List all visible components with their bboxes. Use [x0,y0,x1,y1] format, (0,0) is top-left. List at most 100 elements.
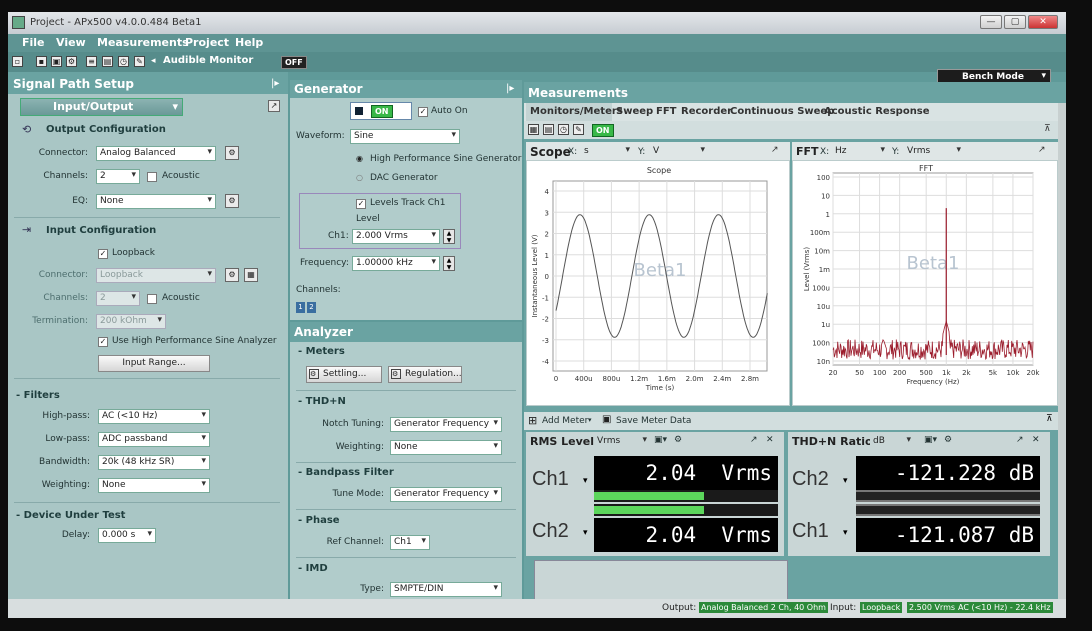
settings-icon[interactable]: ⚙ [944,435,952,445]
tools-icon[interactable]: ✎ [573,124,584,135]
chevron-down-icon[interactable]: ▾ [583,528,588,538]
eq-select[interactable]: None [96,194,216,209]
sequence-icon[interactable]: ≡ [86,56,97,67]
popout-icon[interactable]: ↗ [268,100,280,112]
popout-icon[interactable]: ↗ [1038,145,1046,155]
chart-icon[interactable]: ▤ [543,124,554,135]
channel-1-button[interactable]: 1 [296,302,305,313]
menu-view[interactable]: View [56,36,86,49]
levels-track-checkbox[interactable]: ✓ [356,199,366,209]
collapse-icon[interactable]: ⊼ [1044,124,1051,134]
clock-icon[interactable]: ◷ [558,124,569,135]
pin-icon[interactable]: |▸ [271,78,279,89]
output-connector-select[interactable]: Analog Balanced [96,146,216,161]
maximize-button[interactable]: ▢ [1004,15,1026,29]
waveform-select[interactable]: Sine [350,129,460,144]
open-icon[interactable]: ▪ [36,56,47,67]
chevron-down-icon[interactable]: ▾ [843,476,848,486]
chevron-down-icon[interactable]: ▾ [843,528,848,538]
tab-continuous-sweep[interactable]: Continuous Sweep [730,106,834,117]
highpass-select[interactable]: AC (<10 Hz) [98,409,210,424]
fft-x-unit-select[interactable]: Hz [832,145,888,160]
input-channels-spinner[interactable]: 2 [96,291,140,306]
audible-monitor-toggle[interactable]: OFF [281,56,307,69]
notch-tuning-select[interactable]: Generator Frequency [390,417,502,432]
tab-acoustic-response[interactable]: Acoustic Response [824,106,930,117]
settling-button[interactable]: Settling... ⚙ [306,366,382,383]
tab-sweep[interactable]: Sweep [616,106,653,117]
fft-y-unit-select[interactable]: Vrms [904,145,964,160]
settings-icon[interactable]: ⚙ [674,435,682,445]
measurement-on-button[interactable]: ON [592,124,614,137]
tools-icon[interactable]: ✎ [134,56,145,67]
input-connector-select[interactable]: Loopback [96,268,216,283]
ch1-level-input[interactable]: 2.000 Vrms [352,229,440,244]
delay-input[interactable]: 0.000 s [98,528,156,543]
ref-channel-select[interactable]: Ch1 [390,535,430,550]
input-acoustic-checkbox[interactable] [147,294,157,304]
termination-select[interactable]: 200 kOhm [96,314,166,329]
tab-fft[interactable]: FFT [656,106,676,117]
generator-on-button[interactable]: ON [371,105,393,118]
popout-icon[interactable]: ↗ [771,145,779,155]
clock-icon[interactable]: ◷ [118,56,129,67]
hp-analyzer-checkbox[interactable]: ✓ [98,337,108,347]
connector-settings-icon[interactable]: ⚙ [225,146,239,160]
rms-unit-select[interactable]: Vrms [594,435,650,450]
input-range-button[interactable]: Input Range... [98,355,210,372]
regulation-button[interactable]: Regulation... ⚙ [388,366,462,383]
close-icon[interactable]: ✕ [1032,435,1040,445]
popout-icon[interactable]: ↗ [1016,435,1024,445]
input-output-dropdown[interactable]: Input/Output ▾ [20,98,183,116]
input-settings-icon[interactable]: ⚙ [225,268,239,282]
collapse-icon[interactable]: ⊼ [1046,414,1053,424]
add-meter-button[interactable]: Add Meter [542,416,588,426]
frequency-input[interactable]: 1.00000 kHz [352,256,440,271]
channel-2-button[interactable]: 2 [307,302,316,313]
tab-monitors-meters[interactable]: Monitors/Meters [530,106,623,117]
save-meter-data-button[interactable]: Save Meter Data [616,416,691,426]
ch1-level-spinner[interactable]: ▲ ▼ [443,229,455,244]
fft-subtitle: FFT [919,164,933,173]
output-channels-spinner[interactable]: 2 [96,169,140,184]
dac-radio-label[interactable]: DAC Generator [370,173,438,183]
menu-help[interactable]: Help [235,36,263,49]
scope-x-unit-select[interactable]: s [581,145,633,160]
vertical-scrollbar[interactable] [1058,103,1066,599]
output-acoustic-checkbox[interactable] [147,172,157,182]
input-grid-icon[interactable]: ▦ [244,268,258,282]
radio-selected-icon[interactable]: ◉ [356,154,363,163]
new-project-icon[interactable]: ▫ [12,56,23,67]
report-icon[interactable]: ▤ [102,56,113,67]
chevron-down-icon[interactable]: ▾ [583,476,588,486]
radio-empty-icon[interactable]: ○ [356,173,363,182]
hp-sine-radio-label[interactable]: High Performance Sine Generator [370,154,521,164]
thdn-weighting-label: Weighting: [335,442,384,452]
thdn-unit-select[interactable]: dB [870,435,914,450]
menu-file[interactable]: File [22,36,45,49]
auto-on-checkbox[interactable]: ✓ [418,107,428,117]
close-button[interactable]: ✕ [1028,15,1058,29]
save-icon[interactable]: ▣ [51,56,62,67]
weighting-select[interactable]: None [98,478,210,493]
menu-measurements[interactable]: Measurements [97,36,189,49]
lowpass-select[interactable]: ADC passband [98,432,210,447]
close-icon[interactable]: ✕ [766,435,774,445]
eq-settings-icon[interactable]: ⚙ [225,194,239,208]
meter-options-icon[interactable]: ▣▾ [924,435,937,445]
imd-type-select[interactable]: SMPTE/DIN [390,582,502,597]
frequency-spinner[interactable]: ▲ ▼ [443,256,455,271]
minimize-button[interactable]: — [980,15,1002,29]
meter-options-icon[interactable]: ▣▾ [654,435,667,445]
loopback-checkbox[interactable]: ✓ [98,249,108,259]
bandwidth-select[interactable]: 20k (48 kHz SR) [98,455,210,470]
tab-recorder[interactable]: Recorder [681,106,732,117]
settings-icon[interactable]: ⚙ [66,56,77,67]
thdn-weighting-select[interactable]: None [390,440,502,455]
menu-project[interactable]: Project [185,36,229,49]
tune-mode-select[interactable]: Generator Frequency [390,487,502,502]
pin-icon[interactable]: |▸ [506,83,514,94]
popout-icon[interactable]: ↗ [750,435,758,445]
scope-y-unit-select[interactable]: V [650,145,708,160]
grid-icon[interactable]: ▦ [528,124,539,135]
